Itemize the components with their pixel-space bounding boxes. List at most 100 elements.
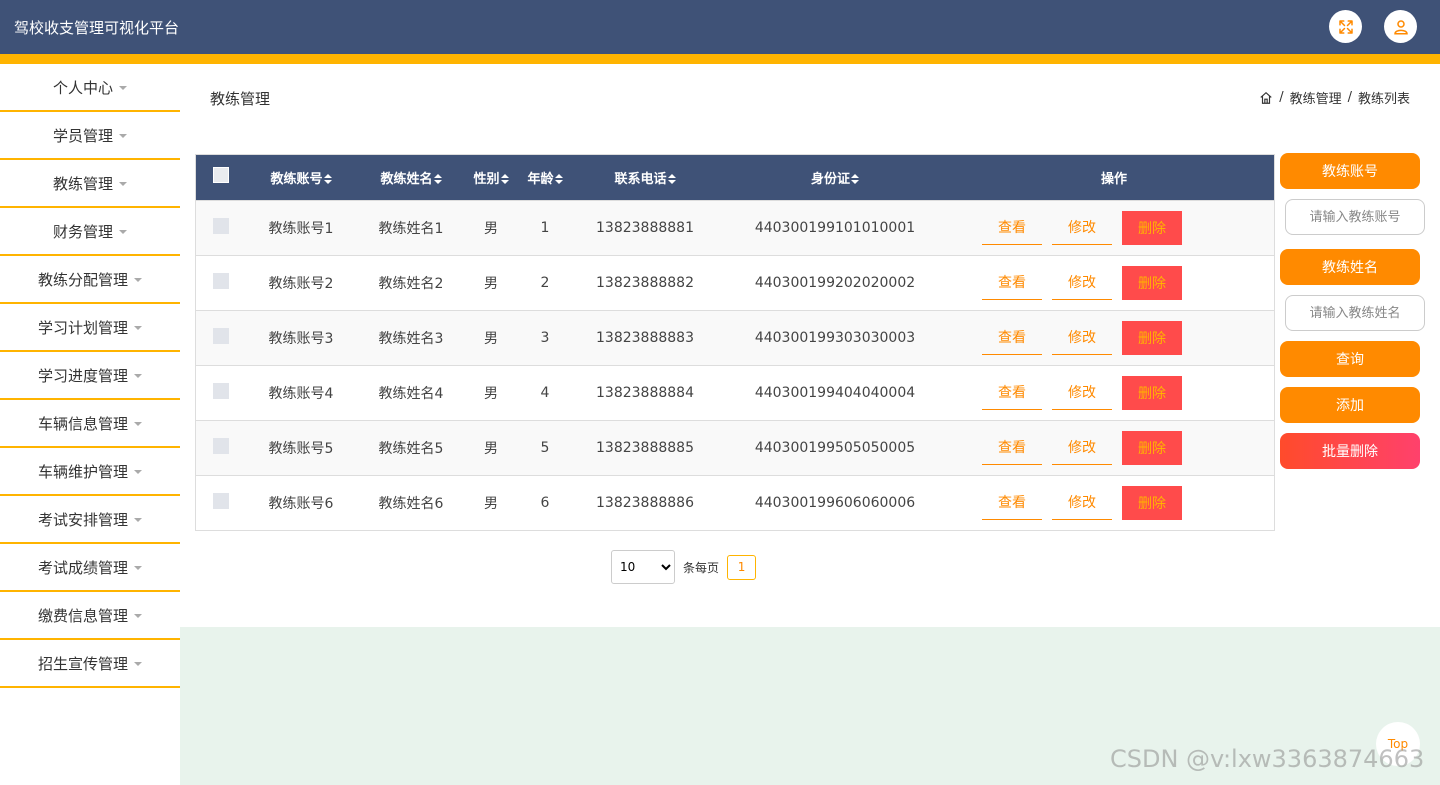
sidebar-item-exam-schedule[interactable]: 考试安排管理: [0, 496, 180, 544]
column-header-name[interactable]: 教练姓名: [356, 155, 466, 200]
cell-phone: 13823888881: [596, 219, 694, 236]
caret-down-icon: [134, 518, 142, 522]
delete-button[interactable]: 删除: [1122, 430, 1182, 465]
view-button[interactable]: 查看: [982, 211, 1042, 245]
cell-id-card: 440300199101010001: [754, 219, 916, 236]
table-row: 教练账号2 教练姓名2 男 2 13823888882 440300199202…: [196, 255, 1274, 310]
edit-button[interactable]: 修改: [1052, 211, 1112, 245]
account-search-input[interactable]: [1285, 199, 1425, 235]
delete-button[interactable]: 删除: [1122, 265, 1182, 300]
edit-button[interactable]: 修改: [1052, 266, 1112, 300]
select-all-checkbox[interactable]: [213, 167, 229, 184]
sort-icon[interactable]: [433, 174, 442, 185]
row-checkbox[interactable]: [213, 492, 229, 509]
sidebar-item-students[interactable]: 学员管理: [0, 112, 180, 160]
cell-id-card: 440300199404040004: [754, 384, 916, 401]
table-header-row: 教练账号 教练姓名 性别 年龄 联系电话 身份证 操作: [196, 155, 1274, 200]
search-panel: 教练账号 教练姓名 查询 添加 批量删除: [1280, 153, 1430, 479]
table-row: 教练账号1 教练姓名1 男 1 13823888881 440300199101…: [196, 200, 1274, 255]
delete-button[interactable]: 删除: [1122, 210, 1182, 245]
caret-down-icon: [134, 614, 142, 618]
sidebar-item-enrollment-promo[interactable]: 招生宣传管理: [0, 640, 180, 688]
column-header-age[interactable]: 年龄: [516, 155, 574, 200]
sort-icon[interactable]: [323, 174, 332, 185]
sidebar-item-study-plan[interactable]: 学习计划管理: [0, 304, 180, 352]
column-header-account[interactable]: 教练账号: [246, 155, 356, 200]
cell-age: 3: [540, 329, 550, 346]
cell-phone: 13823888885: [596, 439, 694, 456]
sort-icon[interactable]: [667, 174, 676, 185]
edit-button[interactable]: 修改: [1052, 486, 1112, 520]
row-checkbox[interactable]: [213, 272, 229, 289]
sidebar-item-payment-info[interactable]: 缴费信息管理: [0, 592, 180, 640]
cell-phone: 13823888883: [596, 329, 694, 346]
sidebar-item-personal-center[interactable]: 个人中心: [0, 64, 180, 112]
row-checkbox[interactable]: [213, 327, 229, 344]
cell-id-card: 440300199303030003: [754, 329, 916, 346]
edit-button[interactable]: 修改: [1052, 376, 1112, 410]
view-button[interactable]: 查看: [982, 321, 1042, 355]
cell-name: 教练姓名5: [378, 440, 444, 457]
sidebar-item-coaches[interactable]: 教练管理: [0, 160, 180, 208]
cell-age: 6: [540, 494, 550, 511]
sidebar-item-finance[interactable]: 财务管理: [0, 208, 180, 256]
caret-down-icon: [134, 470, 142, 474]
cell-gender: 男: [484, 440, 498, 457]
row-checkbox[interactable]: [213, 437, 229, 454]
cell-gender: 男: [484, 385, 498, 402]
page-size-select[interactable]: 10: [611, 550, 675, 584]
cell-account: 教练账号2: [268, 275, 334, 292]
cell-age: 1: [540, 219, 550, 236]
name-label-button[interactable]: 教练姓名: [1280, 249, 1420, 285]
sidebar-item-exam-scores[interactable]: 考试成绩管理: [0, 544, 180, 592]
cell-name: 教练姓名6: [378, 495, 444, 512]
delete-button[interactable]: 删除: [1122, 375, 1182, 410]
home-icon[interactable]: [1259, 91, 1273, 105]
caret-down-icon: [134, 374, 142, 378]
view-button[interactable]: 查看: [982, 486, 1042, 520]
fullscreen-icon[interactable]: [1329, 10, 1362, 43]
edit-button[interactable]: 修改: [1052, 431, 1112, 465]
account-label-button[interactable]: 教练账号: [1280, 153, 1420, 189]
column-header-gender[interactable]: 性别: [466, 155, 516, 200]
caret-down-icon: [119, 134, 127, 138]
edit-button[interactable]: 修改: [1052, 321, 1112, 355]
batch-delete-button[interactable]: 批量删除: [1280, 433, 1420, 469]
row-checkbox[interactable]: [213, 217, 229, 234]
breadcrumb-coach-management[interactable]: 教练管理: [1290, 88, 1342, 107]
table-row: 教练账号5 教练姓名5 男 5 13823888885 440300199505…: [196, 420, 1274, 475]
query-button[interactable]: 查询: [1280, 341, 1420, 377]
sort-icon[interactable]: [554, 174, 563, 185]
coach-table: 教练账号 教练姓名 性别 年龄 联系电话 身份证 操作 教练账号1 教练姓名1 …: [195, 154, 1275, 531]
cell-name: 教练姓名3: [378, 330, 444, 347]
cell-gender: 男: [484, 495, 498, 512]
delete-button[interactable]: 删除: [1122, 320, 1182, 355]
sidebar-item-vehicle-info[interactable]: 车辆信息管理: [0, 400, 180, 448]
cell-name: 教练姓名4: [378, 385, 444, 402]
column-header-id-card[interactable]: 身份证: [716, 155, 954, 200]
add-button[interactable]: 添加: [1280, 387, 1420, 423]
sidebar-item-coach-assignment[interactable]: 教练分配管理: [0, 256, 180, 304]
view-button[interactable]: 查看: [982, 266, 1042, 300]
row-checkbox[interactable]: [213, 382, 229, 399]
column-header-phone[interactable]: 联系电话: [574, 155, 716, 200]
caret-down-icon: [134, 326, 142, 330]
user-icon[interactable]: [1384, 10, 1417, 43]
cell-phone: 13823888882: [596, 274, 694, 291]
delete-button[interactable]: 删除: [1122, 485, 1182, 520]
top-bar: 驾校收支管理可视化平台: [0, 0, 1440, 54]
name-search-input[interactable]: [1285, 295, 1425, 331]
caret-down-icon: [134, 662, 142, 666]
page-button-current[interactable]: 1: [727, 554, 757, 580]
view-button[interactable]: 查看: [982, 431, 1042, 465]
sidebar-item-study-progress[interactable]: 学习进度管理: [0, 352, 180, 400]
sort-icon[interactable]: [851, 174, 859, 185]
view-button[interactable]: 查看: [982, 376, 1042, 410]
cell-gender: 男: [484, 220, 498, 237]
breadcrumb-separator: /: [1347, 90, 1352, 105]
caret-down-icon: [134, 278, 142, 282]
sort-icon[interactable]: [500, 174, 509, 185]
sidebar-item-vehicle-maintenance[interactable]: 车辆维护管理: [0, 448, 180, 496]
cell-name: 教练姓名2: [378, 275, 444, 292]
breadcrumb-coach-list: 教练列表: [1357, 92, 1410, 107]
